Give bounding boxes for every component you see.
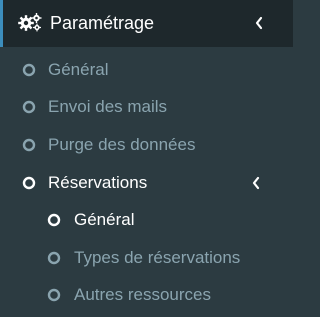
menu-item-label: Purge des données [48, 135, 196, 154]
menu-item-reservations[interactable]: Réservations [0, 166, 293, 200]
submenu-item-general[interactable]: Général [0, 203, 293, 237]
circle-outline-icon [22, 138, 36, 152]
menu-header-parametrage[interactable]: Paramétrage [0, 0, 293, 47]
sidebar-menu: Paramétrage Général Envoi des mails Purg… [0, 0, 293, 317]
menu-item-label: Envoi des mails [48, 97, 168, 116]
submenu-item-autres-ressources[interactable]: Autres ressources [0, 278, 293, 312]
submenu-item-label: Général [74, 210, 135, 229]
menu-item-general[interactable]: Général [0, 53, 293, 87]
circle-outline-icon [22, 63, 36, 77]
circle-outline-icon [47, 288, 61, 302]
submenu-item-types-de-reservations[interactable]: Types de réservations [0, 241, 293, 275]
circle-outline-icon [22, 176, 36, 190]
circle-outline-icon [47, 213, 61, 227]
gears-icon [18, 13, 42, 32]
chevron-left-icon[interactable] [251, 176, 261, 190]
submenu-item-label: Types de réservations [74, 248, 241, 267]
circle-outline-icon [22, 100, 36, 114]
submenu-item-label: Autres ressources [74, 285, 211, 304]
circle-outline-icon [47, 251, 61, 265]
menu-item-purge-des-donnees[interactable]: Purge des données [0, 128, 293, 162]
chevron-left-icon[interactable] [254, 16, 264, 30]
menu-item-label: Réservations [48, 173, 148, 192]
menu-item-envoi-des-mails[interactable]: Envoi des mails [0, 90, 293, 124]
menu-item-label: Général [48, 60, 109, 79]
menu-title: Paramétrage [50, 13, 155, 33]
